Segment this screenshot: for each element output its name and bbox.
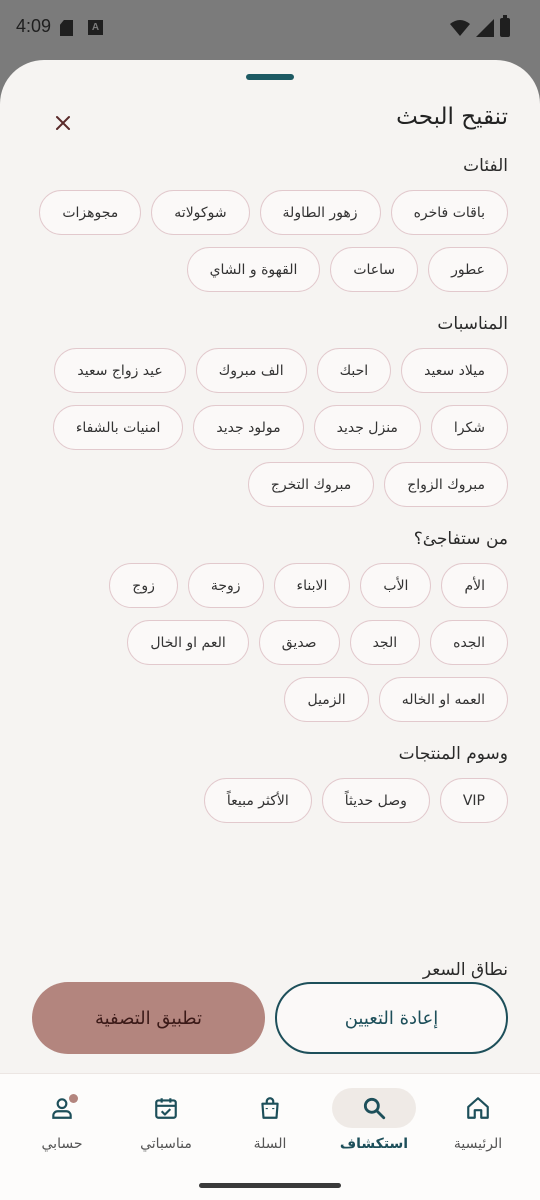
nav-label: مناسباتي — [140, 1136, 192, 1152]
nav-item-cart[interactable]: السلة — [222, 1088, 318, 1152]
notification-dot — [69, 1094, 78, 1103]
a-notification-icon: A — [88, 20, 103, 35]
nav-label: السلة — [253, 1136, 287, 1152]
filter-chip[interactable]: VIP — [439, 778, 508, 823]
chip-group: VIP وصل حديثاً الأكثر مبيعاً — [32, 778, 508, 823]
filter-chip[interactable]: زهور الطاولة — [259, 190, 381, 235]
price-range-title: نطاق السعر — [422, 960, 508, 980]
nav-icon-container — [228, 1088, 312, 1128]
close-button[interactable] — [48, 108, 78, 138]
filter-chip[interactable]: عطور — [428, 247, 508, 292]
filter-chip[interactable]: الزميل — [284, 677, 369, 722]
filter-chip[interactable]: العم او الخال — [127, 620, 249, 665]
section-title: وسوم المنتجات — [398, 744, 508, 764]
filter-chip[interactable]: الأب — [360, 563, 432, 608]
filter-chip[interactable]: ميلاد سعيد — [401, 348, 508, 393]
filter-chip[interactable]: ساعات — [330, 247, 419, 292]
filter-chip[interactable]: عيد زواج سعيد — [54, 348, 186, 393]
filter-chip[interactable]: احبك — [316, 348, 392, 393]
battery-icon — [500, 15, 510, 37]
sheet-title: تنقيح البحث — [396, 104, 508, 130]
nav-icon-container — [20, 1088, 104, 1128]
chip-group: ميلاد سعيد احبك الف مبروك عيد زواج سعيد … — [32, 348, 508, 507]
filter-chip[interactable]: شكرا — [430, 405, 508, 450]
home-indicator[interactable] — [199, 1183, 341, 1188]
filter-chip[interactable]: الجده — [430, 620, 508, 665]
filter-chip[interactable]: زوجة — [187, 563, 264, 608]
section-categories: الفئات باقات فاخره زهور الطاولة شوكولاته… — [0, 156, 540, 292]
filter-chip[interactable]: شوكولاته — [151, 190, 250, 235]
filter-sheet: تنقيح البحث الفئات باقات فاخره زهور الطا… — [0, 60, 540, 1200]
section-recipient: من ستفاجئ؟ الأم الأب الابناء زوجة زوج ال… — [0, 529, 540, 722]
search-icon — [363, 1097, 386, 1120]
calendar-icon — [155, 1098, 177, 1119]
filter-chip[interactable]: الأم — [441, 563, 508, 608]
nav-icon-container — [436, 1088, 520, 1128]
bottom-nav: الرئيسية استكشاف السلة مناسباتي حسابي — [0, 1073, 540, 1200]
nav-label: استكشاف — [339, 1136, 409, 1152]
apply-filter-button[interactable]: تطبيق التصفية — [32, 982, 265, 1054]
filter-chip[interactable]: الأكثر مبيعاً — [203, 778, 312, 823]
nav-item-occasions[interactable]: مناسباتي — [118, 1088, 214, 1152]
nav-label: الرئيسية — [453, 1136, 503, 1152]
filter-chip[interactable]: منزل جديد — [313, 405, 421, 450]
nav-icon-container — [124, 1088, 208, 1128]
filter-chip[interactable]: العمه او الخاله — [378, 677, 508, 722]
section-product-tags: وسوم المنتجات VIP وصل حديثاً الأكثر مبيع… — [0, 744, 540, 823]
signal-icon — [476, 18, 494, 37]
section-title: الفئات — [463, 156, 508, 176]
nav-item-account[interactable]: حسابي — [14, 1088, 110, 1152]
nav-item-explore[interactable]: استكشاف — [326, 1088, 422, 1152]
reset-button[interactable]: إعادة التعيين — [275, 982, 508, 1054]
filter-chip[interactable]: القهوة و الشاي — [186, 247, 321, 292]
chip-group: الأم الأب الابناء زوجة زوج الجده الجد صد… — [32, 563, 508, 722]
section-occasions: المناسبات ميلاد سعيد احبك الف مبروك عيد … — [0, 314, 540, 507]
chip-group: باقات فاخره زهور الطاولة شوكولاته مجوهزا… — [32, 190, 508, 292]
nav-label: حسابي — [41, 1136, 83, 1152]
status-bar: 4:09 A — [0, 0, 540, 60]
filter-chip[interactable]: باقات فاخره — [390, 190, 508, 235]
filter-sections[interactable]: الفئات باقات فاخره زهور الطاولة شوكولاته… — [0, 156, 540, 976]
status-icons — [450, 15, 510, 37]
nav-item-home[interactable]: الرئيسية — [430, 1088, 526, 1152]
filter-chip[interactable]: الجد — [349, 620, 421, 665]
section-title: من ستفاجئ؟ — [413, 529, 508, 549]
home-icon — [467, 1097, 489, 1119]
filter-chip[interactable]: امنيات بالشفاء — [52, 405, 184, 450]
filter-chip[interactable]: الف مبروك — [195, 348, 307, 393]
filter-chip[interactable]: مولود جديد — [193, 405, 304, 450]
sim-card-icon — [60, 20, 73, 36]
drag-handle[interactable] — [246, 74, 294, 80]
filter-chip[interactable]: مبروك الزواج — [384, 462, 508, 507]
nav-icon-container — [332, 1088, 416, 1128]
filter-chip[interactable]: صديق — [258, 620, 340, 665]
filter-chip[interactable]: مبروك التخرج — [247, 462, 375, 507]
close-icon — [56, 116, 70, 130]
filter-chip[interactable]: زوج — [109, 563, 178, 608]
status-time: 4:09 — [16, 16, 52, 36]
action-row: تطبيق التصفية إعادة التعيين — [32, 982, 508, 1054]
wifi-icon — [450, 19, 470, 36]
section-title: المناسبات — [437, 314, 508, 334]
filter-chip[interactable]: وصل حديثاً — [321, 778, 430, 823]
filter-chip[interactable]: مجوهزات — [39, 190, 142, 235]
bag-icon — [261, 1097, 279, 1119]
filter-chip[interactable]: الابناء — [273, 563, 351, 608]
